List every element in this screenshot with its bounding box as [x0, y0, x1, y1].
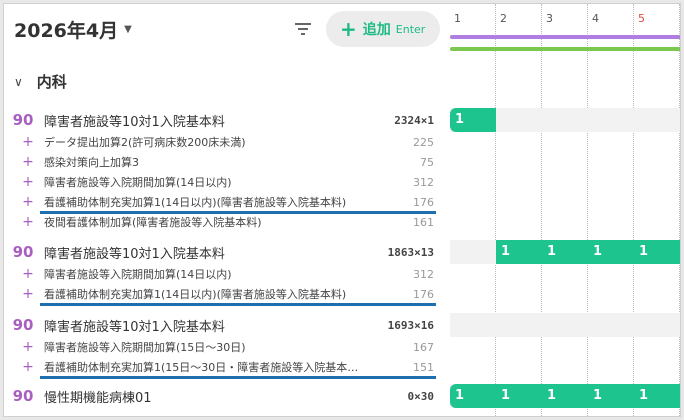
add-icon[interactable]: +	[16, 154, 40, 170]
addon-name[interactable]: 夜間看護体制加算(障害者施設等入院基本料)	[44, 214, 413, 230]
add-icon[interactable]: +	[16, 214, 40, 230]
item-code[interactable]: 90	[8, 111, 38, 129]
day-count-cell[interactable]: 1	[450, 108, 496, 132]
add-button-label: 追加	[362, 22, 391, 38]
addon-points: 151	[413, 360, 434, 374]
billing-item-row: 90 慢性期機能病棟01 0×30	[4, 384, 446, 408]
addon-item-row: + 看護補助体制充実加算1(15日〜30日・障害者施設等入院基本… 151	[4, 357, 446, 377]
item-points: 0×30	[407, 389, 435, 403]
addon-points: 167	[413, 340, 434, 354]
addon-points: 176	[413, 287, 434, 301]
add-icon[interactable]: +	[16, 359, 40, 375]
day-count-cell[interactable]: 1	[542, 240, 588, 264]
addon-item-row: + 障害者施設等入院期間加算(14日以内) 312	[4, 264, 446, 284]
addon-name[interactable]: 障害者施設等入院期間加算(15日〜30日)	[44, 339, 413, 355]
addon-points: 75	[420, 155, 434, 169]
item-points: 1693×16	[387, 318, 434, 332]
day-header: 4	[592, 12, 599, 25]
day-divider	[541, 4, 542, 416]
addon-item-row: + 障害者施設等入院期間加算(15日〜30日) 167	[4, 337, 446, 357]
highlight-underline	[40, 376, 436, 379]
item-name[interactable]: 障害者施設等10対1入院基本料	[44, 316, 388, 335]
day-count-cell[interactable]: 1	[496, 240, 542, 264]
addon-item-row: + 夜間看護体制加算(障害者施設等入院基本料) 161	[4, 212, 446, 232]
billing-item-row: 90 障害者施設等10対1入院基本料 2324×1	[4, 108, 446, 132]
add-button[interactable]: + 追加 Enter	[326, 11, 440, 47]
day-header: 5	[638, 12, 645, 25]
addon-name[interactable]: 看護補助体制充実加算1(14日以内)(障害者施設等入院基本料)	[44, 194, 413, 210]
day-divider	[679, 4, 680, 416]
addon-item-row: + 障害者施設等入院期間加算(14日以内) 312	[4, 172, 446, 192]
addon-points: 312	[413, 175, 434, 189]
add-icon[interactable]: +	[16, 286, 40, 302]
day-header: 2	[500, 12, 507, 25]
addon-points: 161	[413, 215, 434, 229]
add-icon[interactable]: +	[16, 174, 40, 190]
item-list-pane: 2026年4月 ▼ + 追加 Enter ∨ 内科 90 障害者施設等10対1入院…	[4, 4, 446, 416]
calendar-track	[450, 313, 680, 337]
day-header: 3	[546, 12, 553, 25]
addon-points: 225	[413, 135, 434, 149]
add-icon[interactable]: +	[16, 194, 40, 210]
addon-item-row: + 感染対策向上加算3 75	[4, 152, 446, 172]
item-code[interactable]: 90	[8, 387, 38, 405]
add-icon[interactable]: +	[16, 134, 40, 150]
add-icon[interactable]: +	[16, 266, 40, 282]
filter-icon[interactable]	[292, 19, 314, 39]
day-count-cell[interactable]: 1	[588, 240, 634, 264]
item-points: 1863×13	[387, 245, 434, 259]
day-count-cell[interactable]: 1	[634, 384, 680, 408]
billing-item-row: 90 障害者施設等10対1入院基本料 1863×13	[4, 240, 446, 264]
addon-points: 176	[413, 195, 434, 209]
addon-name[interactable]: 感染対策向上加算3	[44, 154, 420, 170]
day-count-cell[interactable]: 1	[588, 384, 634, 408]
day-count-cell[interactable]: 1	[496, 384, 542, 408]
section-title: 内科	[36, 73, 67, 91]
month-label: 2026年4月	[14, 20, 119, 42]
chevron-down-icon: ∨	[14, 74, 23, 89]
day-divider	[495, 4, 496, 416]
item-name[interactable]: 障害者施設等10対1入院基本料	[44, 243, 388, 262]
addon-name[interactable]: 障害者施設等入院期間加算(14日以内)	[44, 266, 413, 282]
billing-item-row: 90 障害者施設等10対1入院基本料 1693×16	[4, 313, 446, 337]
day-count-cell[interactable]: 1	[542, 384, 588, 408]
item-name[interactable]: 障害者施設等10対1入院基本料	[44, 111, 394, 130]
item-name[interactable]: 慢性期機能病棟01	[44, 387, 408, 406]
addon-name[interactable]: データ提出加算2(許可病床数200床未満)	[44, 134, 413, 150]
addon-item-row: + 看護補助体制充実加算1(14日以内)(障害者施設等入院基本料) 176	[4, 192, 446, 212]
addon-item-row: + 看護補助体制充実加算1(14日以内)(障害者施設等入院基本料) 176	[4, 284, 446, 304]
month-selector[interactable]: 2026年4月 ▼	[14, 16, 132, 43]
item-points: 2324×1	[394, 113, 434, 127]
day-divider	[587, 4, 588, 416]
add-shortcut-hint: Enter	[395, 22, 426, 36]
day-divider	[633, 4, 634, 416]
purple-lane-bar	[450, 35, 680, 39]
green-lane-bar	[450, 47, 680, 51]
calendar-pane: 123451111111111	[447, 4, 680, 416]
day-count-cell[interactable]: 1	[634, 240, 680, 264]
highlight-underline	[40, 303, 436, 306]
app-frame: 2026年4月 ▼ + 追加 Enter ∨ 内科 90 障害者施設等10対1入院…	[3, 3, 681, 417]
add-icon[interactable]: +	[16, 339, 40, 355]
addon-name[interactable]: 障害者施設等入院期間加算(14日以内)	[44, 174, 413, 190]
caret-down-icon: ▼	[124, 24, 132, 35]
addon-name[interactable]: 看護補助体制充実加算1(15日〜30日・障害者施設等入院基本…	[44, 359, 413, 375]
day-count-cell[interactable]: 1	[450, 384, 496, 408]
addon-points: 312	[413, 267, 434, 281]
item-code[interactable]: 90	[8, 316, 38, 334]
addon-name[interactable]: 看護補助体制充実加算1(14日以内)(障害者施設等入院基本料)	[44, 286, 413, 302]
addon-item-row: + データ提出加算2(許可病床数200床未満) 225	[4, 132, 446, 152]
plus-icon: +	[340, 17, 357, 41]
section-header[interactable]: ∨ 内科	[14, 71, 67, 92]
day-header: 1	[454, 12, 461, 25]
item-code[interactable]: 90	[8, 243, 38, 261]
